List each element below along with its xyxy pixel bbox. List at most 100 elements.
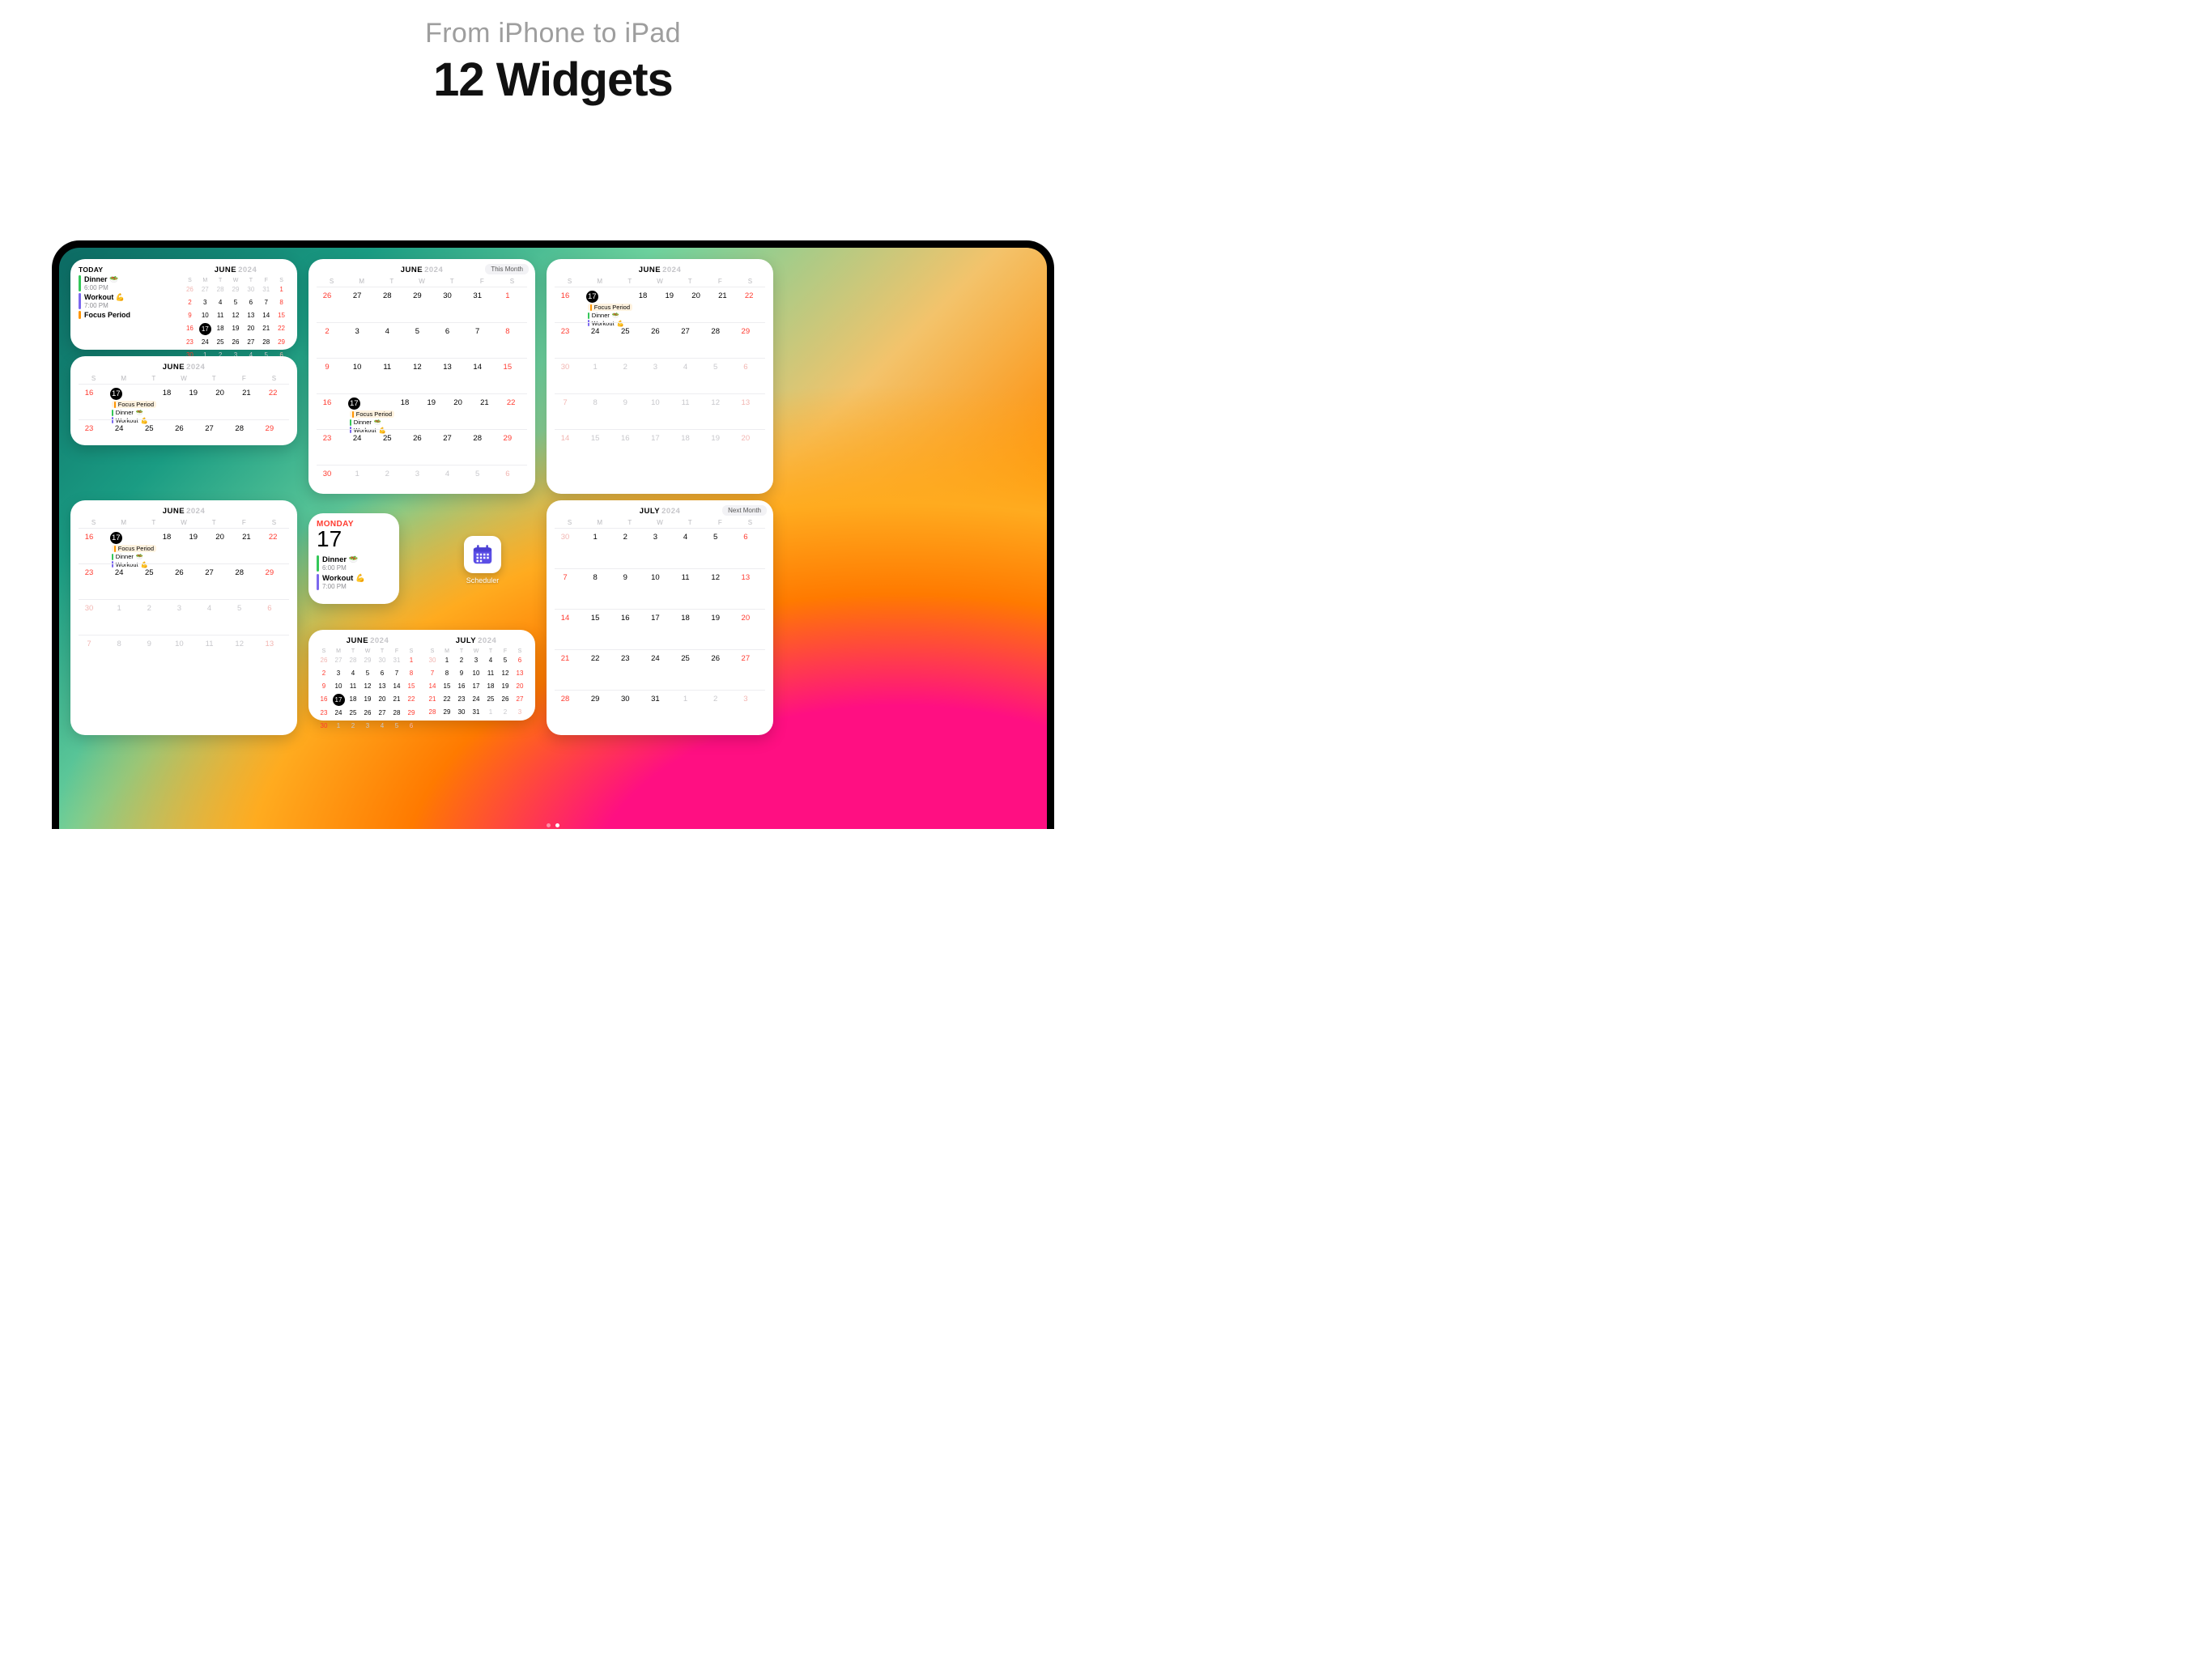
day-cell: 2 <box>138 599 168 635</box>
day-cell: 24 <box>347 429 376 465</box>
day-cell: 2 <box>498 706 513 719</box>
day-cell: 11 <box>675 393 705 429</box>
page-indicator[interactable] <box>547 823 559 827</box>
day-cell: 24 <box>108 563 138 599</box>
day-cell: 9 <box>454 667 469 680</box>
day-cell: 8 <box>274 296 289 309</box>
day-cell: 29 <box>440 706 454 719</box>
day-cell: 30 <box>317 465 347 500</box>
day-cell: 15 <box>497 358 527 393</box>
day-cell: 2 <box>182 296 198 309</box>
day-cell: 26 <box>317 287 347 322</box>
day-cell: 27 <box>199 419 229 455</box>
day-cell: 20 <box>243 322 258 336</box>
day-cell: 5 <box>705 358 735 393</box>
app-scheduler[interactable]: Scheduler <box>464 536 501 585</box>
day-cell: 21 <box>712 287 738 322</box>
day-cell: 27 <box>437 429 467 465</box>
day-cell: 23 <box>615 649 644 690</box>
day-cell: 19 <box>498 680 513 693</box>
day-cell: 29 <box>735 322 765 358</box>
day-cell: 23 <box>317 707 331 720</box>
day-cell: 25 <box>615 322 644 358</box>
day-cell: 28 <box>425 706 440 719</box>
mini-calendar-july: JULY2024 SMTWTFS 30123456789101112131415… <box>425 636 527 716</box>
day-cell: 1 <box>585 528 615 568</box>
day-cell: 8 <box>585 568 615 609</box>
day-cell: 1 <box>108 599 138 635</box>
day-cell: 18 <box>632 287 659 322</box>
widget-today-mini-month[interactable]: TODAY Dinner 🥗6:00 PM Workout 💪7:00 PM F… <box>70 259 297 350</box>
day-cell: 22 <box>274 322 289 336</box>
day-cell: 28 <box>346 654 360 667</box>
day-cell: 12 <box>406 358 436 393</box>
day-cell: 18 <box>156 384 183 419</box>
day-cell: 22 <box>500 393 527 429</box>
day-cell: 18 <box>483 680 498 693</box>
day-cell: 1 <box>331 720 346 733</box>
day-cell: 16 <box>317 693 331 707</box>
day-cell: 12 <box>229 635 259 670</box>
day-cell: 19 <box>360 693 375 707</box>
widget-month-this[interactable]: This Month JUNE2024 SMTWTFS 262728293031… <box>308 259 535 494</box>
day-cell: 25 <box>675 649 705 690</box>
day-cell: 12 <box>705 393 735 429</box>
subtitle: From iPhone to iPad <box>425 18 681 49</box>
day-cell: 7 <box>425 667 440 680</box>
day-cell: 18 <box>346 693 360 707</box>
day-cell: 24 <box>331 707 346 720</box>
day-cell: 22 <box>738 287 765 322</box>
day-cell: 20 <box>735 609 765 649</box>
day-cell: 21 <box>425 693 440 706</box>
day-cell: 14 <box>389 680 404 693</box>
day-cell: 6 <box>404 720 419 733</box>
day-cell: 16 <box>79 384 105 419</box>
today-list: TODAY Dinner 🥗6:00 PM Workout 💪7:00 PM F… <box>79 266 174 345</box>
ipad-frame: TODAY Dinner 🥗6:00 PM Workout 💪7:00 PM F… <box>52 240 1054 829</box>
day-cell: 5 <box>228 296 244 309</box>
day-cell: 11 <box>346 680 360 693</box>
widget-month-june-tall[interactable]: JUNE2024 SMTWTFS 1617 Focus Period Dinne… <box>70 500 297 735</box>
day-cell: 25 <box>213 336 228 349</box>
day-cell: 23 <box>454 693 469 706</box>
day-cell: 20 <box>686 287 713 322</box>
day-cell: 13 <box>513 667 527 680</box>
day-cell: 13 <box>437 358 467 393</box>
widget-two-months[interactable]: JUNE2024 SMTWTFS 26272829303112345678910… <box>308 630 535 721</box>
widget-month-june[interactable]: JUNE2024 SMTWTFS 1617 Focus Period Dinne… <box>547 259 773 494</box>
day-cell: 19 <box>705 609 735 649</box>
day-cell: 8 <box>440 667 454 680</box>
day-cell: 17 Focus Period Dinner 🥗 Workout 💪 <box>105 528 156 563</box>
ipad-screen: TODAY Dinner 🥗6:00 PM Workout 💪7:00 PM F… <box>59 248 1047 829</box>
day-cell: 13 <box>735 568 765 609</box>
day-cell: 29 <box>259 563 289 599</box>
widget-week-strip-june[interactable]: JUNE2024 SMTWTFS 1617 Focus Period Dinne… <box>70 356 297 445</box>
day-cell: 13 <box>243 309 258 322</box>
day-cell: 2 <box>346 720 360 733</box>
title: 12 Widgets <box>425 53 681 107</box>
widget-day-today[interactable]: MONDAY 17 Dinner 🥗6:00 PM Workout 💪7:00 … <box>308 513 399 604</box>
day-cell: 29 <box>259 419 289 455</box>
day-cell: 9 <box>615 568 644 609</box>
day-cell: 3 <box>469 654 483 667</box>
day-cell: 29 <box>406 287 436 322</box>
day-cell: 3 <box>644 528 674 568</box>
day-cell: 21 <box>236 384 262 419</box>
day-cell: 5 <box>360 667 375 680</box>
day-cell: 20 <box>210 528 236 563</box>
day-cell: 6 <box>259 599 289 635</box>
day-cell: 7 <box>79 635 108 670</box>
widget-month-next[interactable]: Next Month JULY2024 SMTWTFS 301234567891… <box>547 500 773 735</box>
day-cell: 27 <box>198 283 213 296</box>
app-label: Scheduler <box>466 576 500 585</box>
day-cell: 10 <box>644 568 674 609</box>
day-cell: 1 <box>497 287 527 322</box>
day-cell: 22 <box>262 528 289 563</box>
day-cell: 28 <box>705 322 735 358</box>
day-cell: 23 <box>317 429 347 465</box>
day-cell: 4 <box>675 528 705 568</box>
day-cell: 29 <box>404 707 419 720</box>
day-cell: 26 <box>705 649 735 690</box>
day-cell: 17 <box>331 693 346 707</box>
day-cell: 21 <box>555 649 585 690</box>
